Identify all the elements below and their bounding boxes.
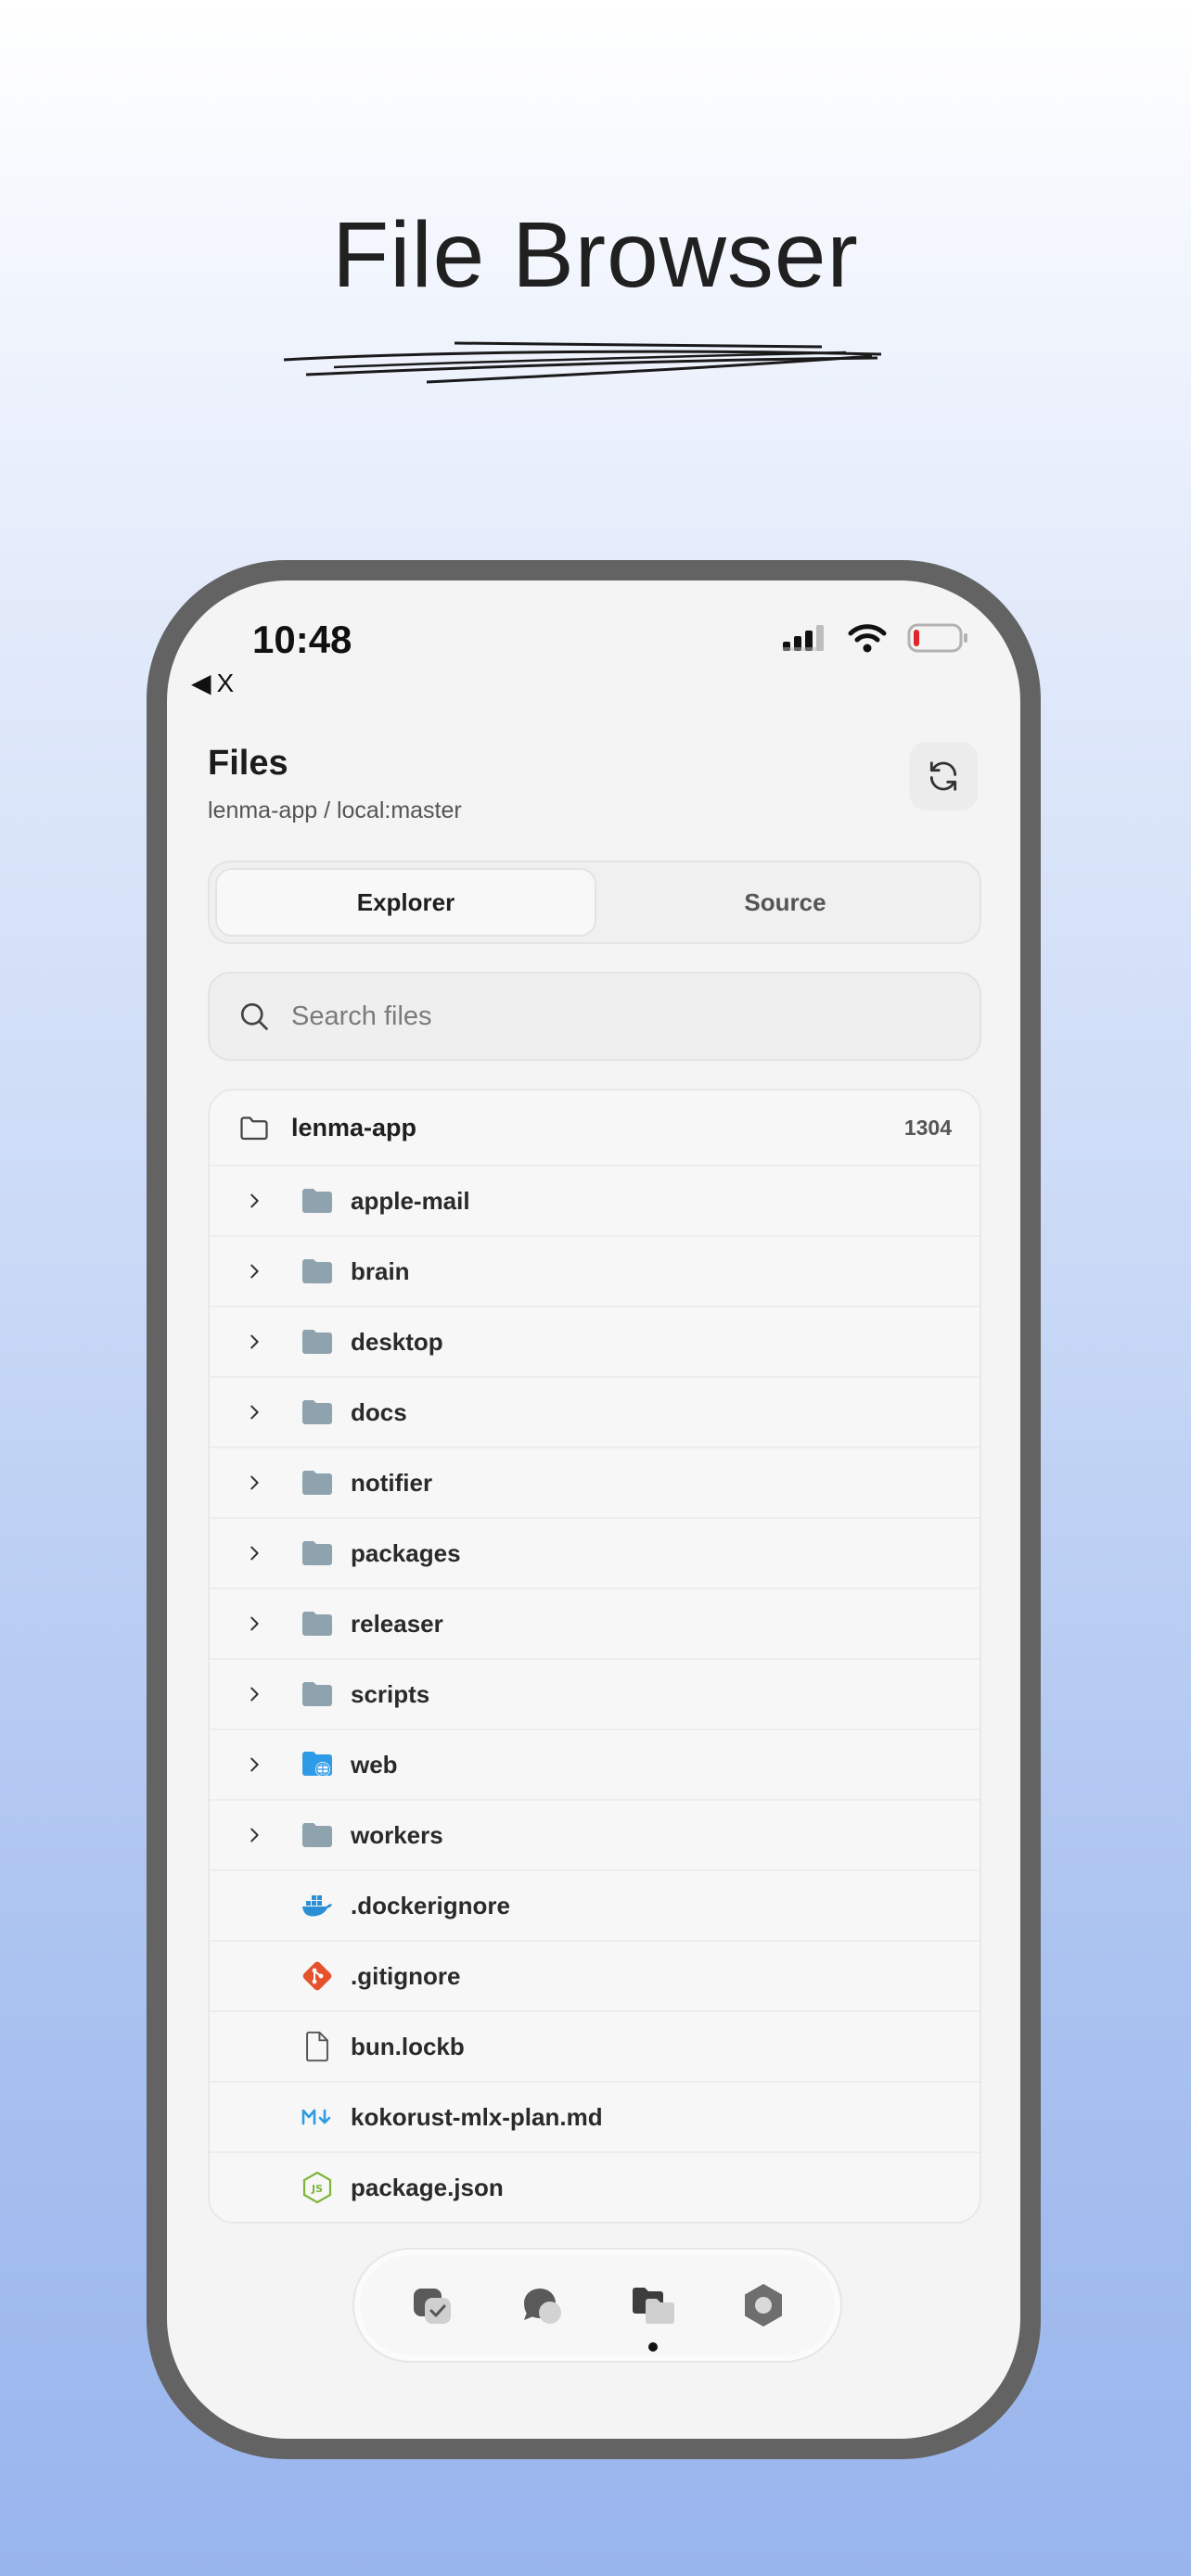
promo-title: File Browser bbox=[332, 203, 859, 307]
folder-icon bbox=[299, 1605, 336, 1642]
folder-icon bbox=[299, 1676, 336, 1713]
tree-file-row[interactable]: .dockerignore bbox=[210, 1869, 980, 1940]
tree-item-name: package.json bbox=[351, 2173, 504, 2201]
folder-icon bbox=[299, 1535, 336, 1572]
status-back-label: X bbox=[216, 668, 235, 697]
chevron-right-icon[interactable] bbox=[236, 1394, 273, 1431]
dock-settings-button[interactable] bbox=[734, 2276, 793, 2335]
folder-icon bbox=[299, 1394, 336, 1431]
dock-chat-button[interactable] bbox=[513, 2276, 572, 2335]
tree-item-name: kokorust-mlx-plan.md bbox=[351, 2102, 603, 2131]
tab-explorer[interactable]: Explorer bbox=[215, 868, 596, 937]
tree-folder-row[interactable]: packages bbox=[210, 1517, 980, 1588]
refresh-icon bbox=[929, 761, 957, 791]
dock-files-button[interactable] bbox=[623, 2276, 683, 2352]
tree-item-name: web bbox=[351, 1750, 398, 1779]
tree-item-name: .dockerignore bbox=[351, 1891, 510, 1919]
tree-file-row[interactable]: kokorust-mlx-plan.md bbox=[210, 2081, 980, 2151]
tree-folder-row[interactable]: docs bbox=[210, 1376, 980, 1447]
status-back-link[interactable]: ◀ X bbox=[191, 668, 234, 698]
file-icon bbox=[299, 2028, 336, 2065]
chevron-right-icon[interactable] bbox=[236, 1605, 273, 1642]
files-icon bbox=[632, 2288, 674, 2324]
signal-icon bbox=[783, 625, 824, 651]
folder-outline-icon bbox=[240, 1116, 268, 1141]
tree-folder-row[interactable]: scripts bbox=[210, 1658, 980, 1728]
nodejs-icon: JS bbox=[299, 2169, 336, 2206]
phone-screen: 10:48 ◀ X Files lenma-app / local:master… bbox=[167, 580, 1020, 2439]
tree-root-row[interactable]: lenma-app 1304 bbox=[210, 1090, 980, 1165]
scribble-underline bbox=[283, 341, 882, 384]
tree-item-name: scripts bbox=[351, 1679, 430, 1708]
chevron-right-icon[interactable] bbox=[236, 1253, 273, 1290]
tree-folder-row[interactable]: workers bbox=[210, 1799, 980, 1869]
tree-folder-row[interactable]: notifier bbox=[210, 1447, 980, 1517]
web-folder-icon bbox=[299, 1746, 336, 1783]
tasks-icon bbox=[413, 2289, 451, 2324]
tree-item-name: notifier bbox=[351, 1468, 433, 1497]
tree-folder-row[interactable]: desktop bbox=[210, 1306, 980, 1376]
dock-tasks-button[interactable] bbox=[403, 2276, 462, 2335]
bottom-dock bbox=[352, 2248, 842, 2363]
svg-text:JS: JS bbox=[311, 2183, 323, 2195]
tree-item-name: .gitignore bbox=[351, 1961, 461, 1990]
folder-icon bbox=[299, 1464, 336, 1501]
battery-icon bbox=[907, 623, 967, 653]
chevron-right-icon[interactable] bbox=[236, 1464, 273, 1501]
search-icon bbox=[240, 1002, 268, 1030]
tree-folder-row[interactable]: apple-mail bbox=[210, 1165, 980, 1235]
status-time: 10:48 bbox=[252, 618, 352, 661]
tree-item-name: apple-mail bbox=[351, 1186, 470, 1215]
tree-item-name: docs bbox=[351, 1397, 407, 1426]
tree-file-row[interactable]: JS package.json bbox=[210, 2151, 980, 2222]
tree-item-name: releaser bbox=[351, 1609, 443, 1638]
folder-icon bbox=[299, 1182, 336, 1219]
search-bar bbox=[208, 972, 981, 1061]
chevron-right-icon[interactable] bbox=[236, 1182, 273, 1219]
wifi-icon bbox=[848, 624, 887, 653]
phone-frame: 10:48 ◀ X Files lenma-app / local:master… bbox=[147, 560, 1041, 2459]
chevron-right-icon[interactable] bbox=[236, 1817, 273, 1854]
tree-root-count: 1304 bbox=[903, 1115, 952, 1140]
folder-icon bbox=[299, 1817, 336, 1854]
tab-source[interactable]: Source bbox=[596, 868, 974, 937]
chevron-right-icon[interactable] bbox=[236, 1676, 273, 1713]
status-icons bbox=[783, 623, 968, 653]
file-tree: lenma-app 1304 apple-mail brain desktop bbox=[208, 1089, 981, 2224]
tree-file-row[interactable]: bun.lockb bbox=[210, 2010, 980, 2081]
repo-branch-subtitle: lenma-app / local:master bbox=[208, 797, 462, 823]
chevron-right-icon[interactable] bbox=[236, 1535, 273, 1572]
refresh-button[interactable] bbox=[909, 742, 978, 810]
tree-root-name: lenma-app bbox=[291, 1113, 417, 1141]
tree-item-name: desktop bbox=[351, 1327, 443, 1356]
settings-icon bbox=[744, 2284, 782, 2327]
search-input[interactable] bbox=[291, 1001, 952, 1032]
page-title: Files bbox=[208, 744, 288, 783]
tree-folder-row[interactable]: releaser bbox=[210, 1588, 980, 1658]
tree-file-row[interactable]: .gitignore bbox=[210, 1940, 980, 2010]
tree-item-name: brain bbox=[351, 1256, 410, 1285]
active-indicator-dot bbox=[647, 2342, 658, 2352]
chat-icon bbox=[523, 2289, 561, 2324]
view-segmented-control: Explorer Source bbox=[208, 861, 981, 944]
docker-icon bbox=[299, 1887, 336, 1924]
folder-icon bbox=[299, 1323, 336, 1360]
folder-icon bbox=[299, 1253, 336, 1290]
chevron-right-icon[interactable] bbox=[236, 1746, 273, 1783]
back-triangle-icon: ◀ bbox=[191, 669, 211, 697]
tree-item-name: packages bbox=[351, 1538, 461, 1567]
tree-folder-row[interactable]: brain bbox=[210, 1235, 980, 1306]
tree-folder-row[interactable]: web bbox=[210, 1728, 980, 1799]
markdown-icon bbox=[299, 2098, 336, 2136]
tree-item-name: bun.lockb bbox=[351, 2032, 465, 2060]
chevron-right-icon[interactable] bbox=[236, 1323, 273, 1360]
git-icon bbox=[299, 1958, 336, 1995]
tree-item-name: workers bbox=[351, 1820, 443, 1849]
